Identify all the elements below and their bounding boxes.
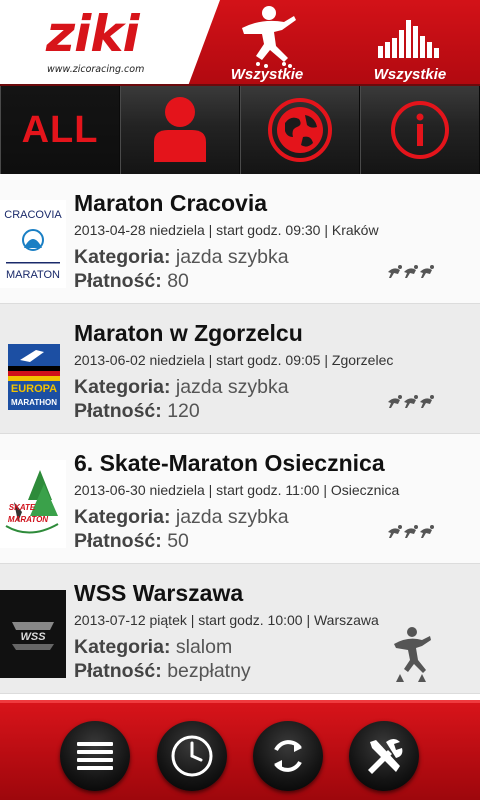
event-title: WSS Warszawa <box>74 580 244 606</box>
event-thumbnail: CRACOVIA MARATON <box>0 200 66 288</box>
filter-globe-button[interactable] <box>240 86 360 174</box>
skater-icon <box>242 6 296 68</box>
category-value: jazda szybka <box>175 246 289 268</box>
bottom-toolbar <box>0 700 480 800</box>
event-row[interactable]: WSS WSS Warszawa 2013-07-12 piątek | sta… <box>0 564 480 694</box>
thumb-top-text: CRACOVIA <box>4 209 62 221</box>
payment-label: Płatność: <box>74 530 162 552</box>
event-title: 6. Skate-Maraton Osiecznica <box>74 450 385 476</box>
category-value: slalom <box>175 636 233 658</box>
event-payment: Płatność: 120 <box>74 400 200 423</box>
thumb-top-text: SKATE <box>9 503 36 512</box>
event-meta: 2013-04-28 niedziela | start godz. 09:30… <box>74 222 379 238</box>
payment-label: Płatność: <box>74 660 162 682</box>
category-label: Kategoria: <box>74 246 171 268</box>
event-category: Kategoria: slalom <box>74 636 232 659</box>
slalom-skater-icon <box>394 627 431 682</box>
tab-discipline-filter[interactable]: Wszystkie <box>202 0 332 86</box>
payment-value: 80 <box>167 270 189 292</box>
payment-value: bezpłatny <box>167 660 251 682</box>
person-icon <box>154 97 206 162</box>
filter-all-label: ALL <box>21 108 99 151</box>
filter-bar: ALL <box>0 86 480 174</box>
speed-skaters-icon <box>388 395 434 408</box>
filter-info-button[interactable] <box>360 86 480 174</box>
event-thumbnail: SKATE MARATON <box>0 460 66 548</box>
event-row[interactable]: EUROPA MARATHON Maraton w Zgorzelcu 2013… <box>0 304 480 434</box>
event-meta: 2013-06-30 niedziela | start godz. 11:00… <box>74 482 400 498</box>
event-meta: 2013-06-02 niedziela | start godz. 09:05… <box>74 352 394 368</box>
event-category: Kategoria: jazda szybka <box>74 376 289 399</box>
list-icon <box>77 742 113 770</box>
event-title: Maraton w Zgorzelcu <box>74 320 303 346</box>
filter-person-button[interactable] <box>120 86 240 174</box>
event-payment: Płatność: 80 <box>74 270 189 293</box>
thumb-top-text: WSS <box>20 631 46 643</box>
payment-label: Płatność: <box>74 270 162 292</box>
refresh-icon <box>274 740 302 772</box>
thumb-bottom-text: MARATHON <box>11 398 57 407</box>
category-value: jazda szybka <box>175 376 289 398</box>
tab-level-label: Wszystkie <box>373 66 447 83</box>
level-bars-icon <box>378 20 439 58</box>
info-icon <box>391 101 449 159</box>
thumb-bottom-text: MARATON <box>6 269 60 281</box>
event-payment: Płatność: 50 <box>74 530 189 553</box>
tools-icon <box>368 739 403 774</box>
thumb-top-text: EUROPA <box>11 383 57 395</box>
category-value: jazda szybka <box>175 506 289 528</box>
tab-level-filter[interactable]: Wszystkie <box>345 0 475 86</box>
event-row[interactable]: CRACOVIA MARATON Maraton Cracovia 2013-0… <box>0 174 480 304</box>
event-row[interactable]: SKATE MARATON 6. Skate-Maraton Osiecznic… <box>0 434 480 564</box>
logo-url: www.zicoracing.com <box>47 64 145 75</box>
speed-skaters-icon <box>388 525 434 538</box>
speed-skaters-icon <box>388 265 434 278</box>
logo-panel: ziki www.zicoracing.com <box>0 0 220 86</box>
app-logo: ziki <box>46 5 140 63</box>
category-label: Kategoria: <box>74 376 171 398</box>
event-thumbnail: EUROPA MARATHON <box>0 330 66 418</box>
event-thumbnail: WSS <box>0 590 66 678</box>
clock-button[interactable] <box>157 721 227 791</box>
payment-value: 120 <box>167 400 200 422</box>
app-header: ziki www.zicoracing.com Wszystkie Wszyst… <box>0 0 480 86</box>
tab-discipline-label: Wszystkie <box>230 66 304 83</box>
event-title: Maraton Cracovia <box>74 190 268 216</box>
event-meta: 2013-07-12 piątek | start godz. 10:00 | … <box>74 612 379 628</box>
clock-icon <box>171 735 213 777</box>
category-label: Kategoria: <box>74 506 171 528</box>
event-category: Kategoria: jazda szybka <box>74 246 289 269</box>
list-button[interactable] <box>60 721 130 791</box>
refresh-button[interactable] <box>253 721 323 791</box>
category-label: Kategoria: <box>74 636 171 658</box>
thumb-bottom-text: MARATON <box>8 515 48 524</box>
globe-icon <box>268 98 332 162</box>
event-payment: Płatność: bezpłatny <box>74 660 251 683</box>
event-category: Kategoria: jazda szybka <box>74 506 289 529</box>
payment-value: 50 <box>167 530 189 552</box>
event-list: CRACOVIA MARATON Maraton Cracovia 2013-0… <box>0 174 480 700</box>
filter-all-button[interactable]: ALL <box>0 86 120 174</box>
payment-label: Płatność: <box>74 400 162 422</box>
tools-button[interactable] <box>349 721 419 791</box>
